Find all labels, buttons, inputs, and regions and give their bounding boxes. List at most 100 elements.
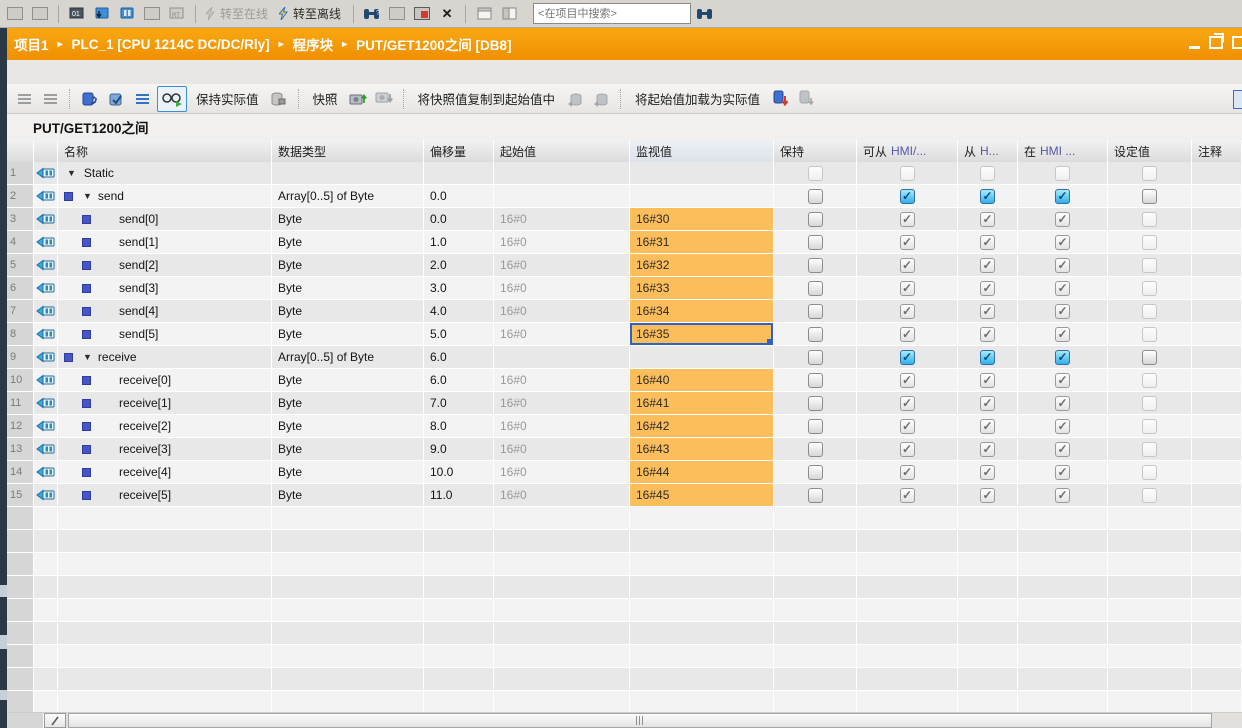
breadcrumb-plc[interactable]: PLC_1 [CPU 1214C DC/DC/Rly]	[72, 37, 270, 52]
variable-name-cell[interactable]	[58, 507, 272, 530]
table-row[interactable]	[7, 530, 1242, 553]
variable-name-cell[interactable]: send[5]	[58, 323, 272, 346]
data-type-cell[interactable]	[272, 553, 424, 576]
variable-name-cell[interactable]: send[4]	[58, 300, 272, 323]
go-offline-button[interactable]: 转至离线	[276, 4, 346, 23]
monitor-value-cell[interactable]: 16#42	[630, 415, 774, 438]
table-row[interactable]: 5send[2]Byte2.016#016#32	[7, 254, 1242, 277]
data-type-cell[interactable]	[272, 576, 424, 599]
monitor-value-cell[interactable]	[630, 346, 774, 369]
variable-name-cell[interactable]: receive[1]	[58, 392, 272, 415]
monitor-value-cell[interactable]: 16#40	[630, 369, 774, 392]
row-number[interactable]: 5	[7, 254, 34, 277]
monitor-value-cell[interactable]	[630, 668, 774, 691]
start-value-cell[interactable]	[494, 691, 630, 712]
data-type-cell[interactable]	[272, 645, 424, 668]
start-value-cell[interactable]	[494, 346, 630, 369]
variable-name-cell[interactable]: send[2]	[58, 254, 272, 277]
retain-checkbox[interactable]	[808, 304, 823, 319]
update-interface-icon[interactable]	[105, 88, 127, 110]
snapshot-button[interactable]: 快照	[313, 89, 338, 108]
variable-name-cell[interactable]: send[1]	[58, 231, 272, 254]
comment-cell[interactable]	[1192, 576, 1242, 599]
table-row[interactable]: 10receive[0]Byte6.016#016#40	[7, 369, 1242, 392]
comment-cell[interactable]	[1192, 415, 1242, 438]
row-number[interactable]: 9	[7, 346, 34, 369]
retain-checkbox[interactable]	[808, 281, 823, 296]
monitor-value-cell[interactable]: 16#32	[630, 254, 774, 277]
hmi-accessible-checkbox[interactable]	[900, 189, 915, 204]
row-number[interactable]: 6	[7, 277, 34, 300]
left-panel-edge[interactable]	[0, 28, 7, 728]
monitor-value-cell[interactable]: 16#45	[630, 484, 774, 507]
variable-name-cell[interactable]	[58, 530, 272, 553]
row-number[interactable]: 11	[7, 392, 34, 415]
variable-name-cell[interactable]: ▼receive	[58, 346, 272, 369]
monitor-value-cell[interactable]	[630, 599, 774, 622]
undo-icon[interactable]	[4, 4, 26, 24]
data-type-cell[interactable]: Byte	[272, 461, 424, 484]
start-value-cell[interactable]	[494, 622, 630, 645]
start-value-cell[interactable]: 16#0	[494, 277, 630, 300]
start-simulation-icon[interactable]: 01	[66, 4, 88, 24]
comment-cell[interactable]	[1192, 507, 1242, 530]
search-binoculars-icon[interactable]	[694, 4, 716, 24]
close-icon[interactable]	[1232, 36, 1242, 49]
variable-name-cell[interactable]: receive[0]	[58, 369, 272, 392]
comment-cell[interactable]	[1192, 668, 1242, 691]
start-value-cell[interactable]: 16#0	[494, 392, 630, 415]
row-number[interactable]: 2	[7, 185, 34, 208]
row-number[interactable]: 14	[7, 461, 34, 484]
monitor-value-cell[interactable]	[630, 162, 774, 185]
start-value-cell[interactable]	[494, 185, 630, 208]
col-setpoint[interactable]: 设定值	[1108, 140, 1192, 162]
comment-cell[interactable]	[1192, 300, 1242, 323]
data-type-cell[interactable]: Byte	[272, 438, 424, 461]
hmi-accessible-checkbox[interactable]	[900, 350, 915, 365]
toolbar-overflow-icon[interactable]	[1233, 90, 1242, 109]
load-start-as-actual-button[interactable]: 将起始值加载为实际值	[635, 89, 760, 108]
hmi-writable-checkbox[interactable]	[980, 189, 995, 204]
comment-cell[interactable]	[1192, 185, 1242, 208]
table-row[interactable]	[7, 668, 1242, 691]
data-type-cell[interactable]	[272, 530, 424, 553]
comment-cell[interactable]	[1192, 461, 1242, 484]
table-row[interactable]: 13receive[3]Byte9.016#016#43	[7, 438, 1242, 461]
start-value-cell[interactable]: 16#0	[494, 438, 630, 461]
scrollbar-thumb[interactable]	[68, 713, 1212, 728]
start-value-cell[interactable]: 16#0	[494, 300, 630, 323]
data-type-cell[interactable]: Byte	[272, 277, 424, 300]
col-start-value[interactable]: 起始值	[494, 140, 630, 162]
accessible-devices-icon[interactable]: ?	[361, 4, 383, 24]
col-name[interactable]: 名称	[58, 140, 272, 162]
table-row[interactable]: 12receive[2]Byte8.016#016#42	[7, 415, 1242, 438]
row-number[interactable]	[7, 645, 34, 668]
show-forces-icon[interactable]	[411, 4, 433, 24]
data-type-cell[interactable]: Byte	[272, 415, 424, 438]
load-start-all-icon[interactable]	[769, 88, 791, 110]
row-number[interactable]: 1	[7, 162, 34, 185]
data-type-cell[interactable]: Byte	[272, 300, 424, 323]
start-value-cell[interactable]	[494, 553, 630, 576]
project-search-input[interactable]	[533, 3, 691, 24]
comment-cell[interactable]	[1192, 323, 1242, 346]
start-value-cell[interactable]	[494, 645, 630, 668]
variable-name-cell[interactable]: ▼send	[58, 185, 272, 208]
comment-cell[interactable]	[1192, 599, 1242, 622]
data-type-cell[interactable]: Byte	[272, 392, 424, 415]
variable-name-cell[interactable]: receive[4]	[58, 461, 272, 484]
table-row[interactable]: 7send[4]Byte4.016#016#34	[7, 300, 1242, 323]
row-number[interactable]	[7, 553, 34, 576]
retain-checkbox[interactable]	[808, 373, 823, 388]
row-number[interactable]: 3	[7, 208, 34, 231]
start-value-cell[interactable]: 16#0	[494, 415, 630, 438]
comment-cell[interactable]	[1192, 369, 1242, 392]
variable-name-cell[interactable]: send[0]	[58, 208, 272, 231]
hmi-writable-checkbox[interactable]	[980, 350, 995, 365]
monitor-value-cell[interactable]	[630, 530, 774, 553]
start-value-cell[interactable]: 16#0	[494, 323, 630, 346]
expand-arrow-icon[interactable]: ▼	[83, 192, 92, 201]
data-type-cell[interactable]: Byte	[272, 208, 424, 231]
row-number[interactable]	[7, 668, 34, 691]
col-retain[interactable]: 保持	[774, 140, 857, 162]
